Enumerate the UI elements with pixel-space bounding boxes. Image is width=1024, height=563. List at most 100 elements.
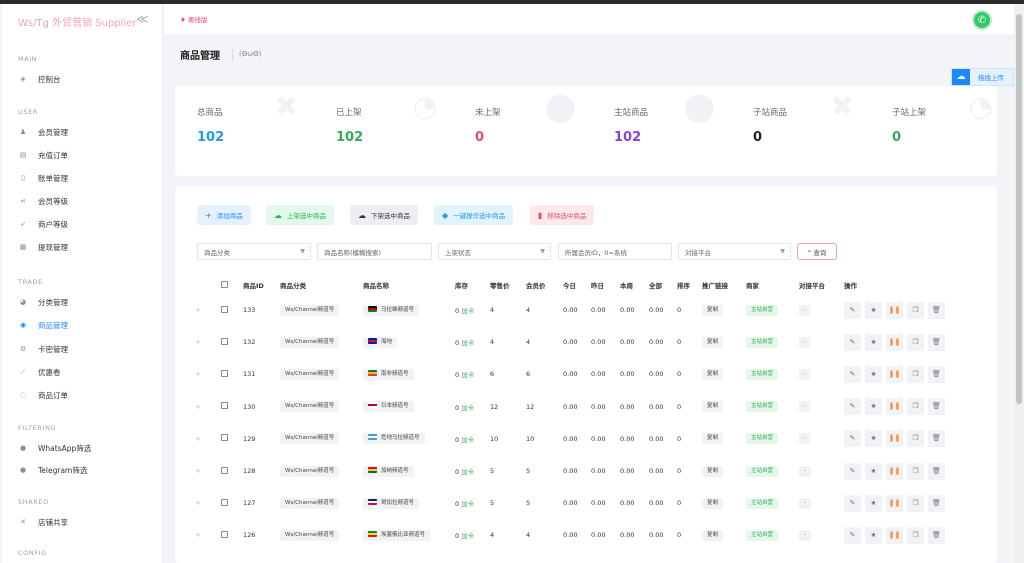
pause-icon[interactable]: ❚❚ [886,494,903,512]
platform-select[interactable]: 对接平台 ▼ [678,243,791,260]
copy-icon[interactable]: ❐ [907,494,924,512]
copy-icon[interactable]: ❐ [907,526,924,544]
expand-row-icon[interactable]: + [195,467,201,475]
add-card-link[interactable]: 加卡 [461,404,474,412]
sidebar-item-recharge-orders[interactable]: ▤ 充值订单 [18,148,68,162]
copy-link-button[interactable]: 复制 [702,304,724,316]
add-card-link[interactable]: 加卡 [461,532,474,540]
pause-icon[interactable]: ❚❚ [886,462,903,480]
copy-icon[interactable]: ❐ [907,301,924,319]
copy-icon[interactable]: ❐ [907,398,924,416]
row-checkbox[interactable] [221,305,228,313]
copy-link-button[interactable]: 复制 [702,368,724,380]
row-checkbox[interactable] [221,498,228,506]
expand-row-icon[interactable]: + [195,306,201,314]
pause-icon[interactable]: ❚❚ [886,398,903,416]
star-icon[interactable]: ★ [865,365,882,383]
collapse-sidebar-icon[interactable]: ≪ [136,12,149,26]
table-row[interactable]: +133 Ws/Channel频道号 马拉维频道号 0 加卡 4 4 0.00 0.00 0.0… [195,294,974,326]
pause-icon[interactable]: ❚❚ [886,526,903,544]
pause-icon[interactable]: ❚❚ [886,333,903,351]
add-card-link[interactable]: 加卡 [461,371,474,379]
trash-icon[interactable]: 🗑 [928,462,945,480]
add-product-button[interactable]: + 添加商品 [197,205,251,225]
copy-link-button[interactable]: 复制 [702,529,724,541]
scrollbar-thumb[interactable] [1016,14,1022,404]
trash-icon[interactable]: 🗑 [928,365,945,383]
unshelve-selected-button[interactable]: ☁ 下架选中商品 [350,205,418,225]
copy-icon[interactable]: ❐ [907,365,924,383]
row-checkbox[interactable] [221,337,228,345]
add-card-link[interactable]: 加卡 [461,339,474,347]
copy-icon[interactable]: ❐ [907,462,924,480]
sidebar-item-card-keys[interactable]: ⚙ 卡密管理 [18,342,68,356]
add-card-link[interactable]: 加卡 [461,436,474,444]
select-all-checkbox[interactable] [221,280,228,288]
sidebar-item-product-orders[interactable]: ◌ 商品订单 [18,388,68,402]
expand-row-icon[interactable]: + [195,499,201,507]
copy-link-button[interactable]: 复制 [702,433,724,445]
edit-icon[interactable]: ✎ [844,333,861,351]
copy-link-button[interactable]: 复制 [702,401,724,413]
expand-row-icon[interactable]: + [195,531,201,539]
edit-icon[interactable]: ✎ [844,430,861,448]
category-select[interactable]: 商品分类 ▼ [197,243,311,260]
trash-icon[interactable]: 🗑 [928,430,945,448]
pause-icon[interactable]: ❚❚ [886,430,903,448]
edit-icon[interactable]: ✎ [844,301,861,319]
edit-icon[interactable]: ✎ [844,365,861,383]
sidebar-item-withdrawals[interactable]: ▦ 提现管理 [18,240,68,254]
edit-icon[interactable]: ✎ [844,462,861,480]
copy-link-button[interactable]: 复制 [702,497,724,509]
add-card-link[interactable]: 加卡 [461,307,474,315]
table-row[interactable]: +127 Ws/Channel频道号 哥加拉频道号 0 加卡 5 5 0.00 0.00 0.0… [195,487,974,519]
trash-icon[interactable]: 🗑 [928,333,945,351]
page-scrollbar[interactable] [1014,4,1024,563]
row-checkbox[interactable] [221,466,228,474]
edit-icon[interactable]: ✎ [844,494,861,512]
copy-link-button[interactable]: 复制 [702,465,724,477]
whatsapp-icon[interactable]: ✆ [972,10,992,30]
sidebar-item-dashboard[interactable]: ◈ 控制台 [18,72,60,86]
member-id-input[interactable]: 所属会员ID，0=系统 [558,243,672,260]
remove-selected-button[interactable]: ▮ 移除选中商品 [530,205,595,225]
product-name-input[interactable]: 商品名称(模糊搜索) [317,243,432,260]
star-icon[interactable]: ★ [865,494,882,512]
sidebar-item-bills[interactable]: ▯ 账单管理 [18,171,68,185]
status-select[interactable]: 上架状态 ▼ [438,243,551,260]
expand-row-icon[interactable]: + [195,403,201,411]
shelve-selected-button[interactable]: ☁ 上架选中商品 [266,205,334,225]
edit-icon[interactable]: ✎ [844,526,861,544]
sidebar-item-member-levels[interactable]: ⋖ 会员等级 [18,194,68,208]
row-checkbox[interactable] [221,369,228,377]
edit-icon[interactable]: ✎ [844,398,861,416]
pause-icon[interactable]: ❚❚ [886,365,903,383]
star-icon[interactable]: ★ [865,430,882,448]
table-row[interactable]: +131 Ws/Channel频道号 南非频道号 0 加卡 6 6 0.00 0.00 0.00… [195,358,974,390]
star-icon[interactable]: ★ [865,526,882,544]
expand-row-icon[interactable]: + [195,338,201,346]
brand-logo[interactable]: Ws/Tg 外贸营销 Supplier [18,14,136,29]
sidebar-item-telegram-filter[interactable]: ● Telegram筛选 [18,463,87,477]
expand-row-icon[interactable]: + [195,370,201,378]
row-checkbox[interactable] [221,402,228,410]
table-row[interactable]: +126 Ws/Channel频道号 埃塞俄比亚频道号 0 加卡 4 4 0.00 0.00 0… [195,519,974,551]
batch-operate-button[interactable]: ◆ 一键操作选中商品 [434,205,514,225]
table-row[interactable]: +128 Ws/Channel频道号 加纳频道号 0 加卡 5 5 0.00 0.00 0.00… [195,455,974,487]
star-icon[interactable]: ★ [865,333,882,351]
star-icon[interactable]: ★ [865,398,882,416]
add-card-link[interactable]: 加卡 [461,468,474,476]
table-row[interactable]: +130 Ws/Channel频道号 日本频道号 0 加卡 12 12 0.00 0.00 0.… [195,391,974,423]
sidebar-item-categories[interactable]: ◕ 分类管理 [18,295,68,309]
copy-link-button[interactable]: 复制 [702,336,724,348]
star-icon[interactable]: ★ [865,462,882,480]
table-row[interactable]: +129 Ws/Channel频道号 危地马拉频道号 0 加卡 10 10 0.00 0.00… [195,423,974,455]
sidebar-item-coupons[interactable]: ⟋ 优惠卷 [18,365,61,379]
expand-row-icon[interactable]: + [195,435,201,443]
sidebar-item-members[interactable]: ♟ 会员管理 [18,125,68,139]
table-row[interactable]: +132 Ws/Channel频道号 海地 0 加卡 4 4 0.00 0.00 0.00 0.0… [195,326,974,358]
trash-icon[interactable]: 🗑 [928,526,945,544]
copy-icon[interactable]: ❐ [907,430,924,448]
star-icon[interactable]: ★ [865,301,882,319]
add-card-link[interactable]: 加卡 [461,500,474,508]
